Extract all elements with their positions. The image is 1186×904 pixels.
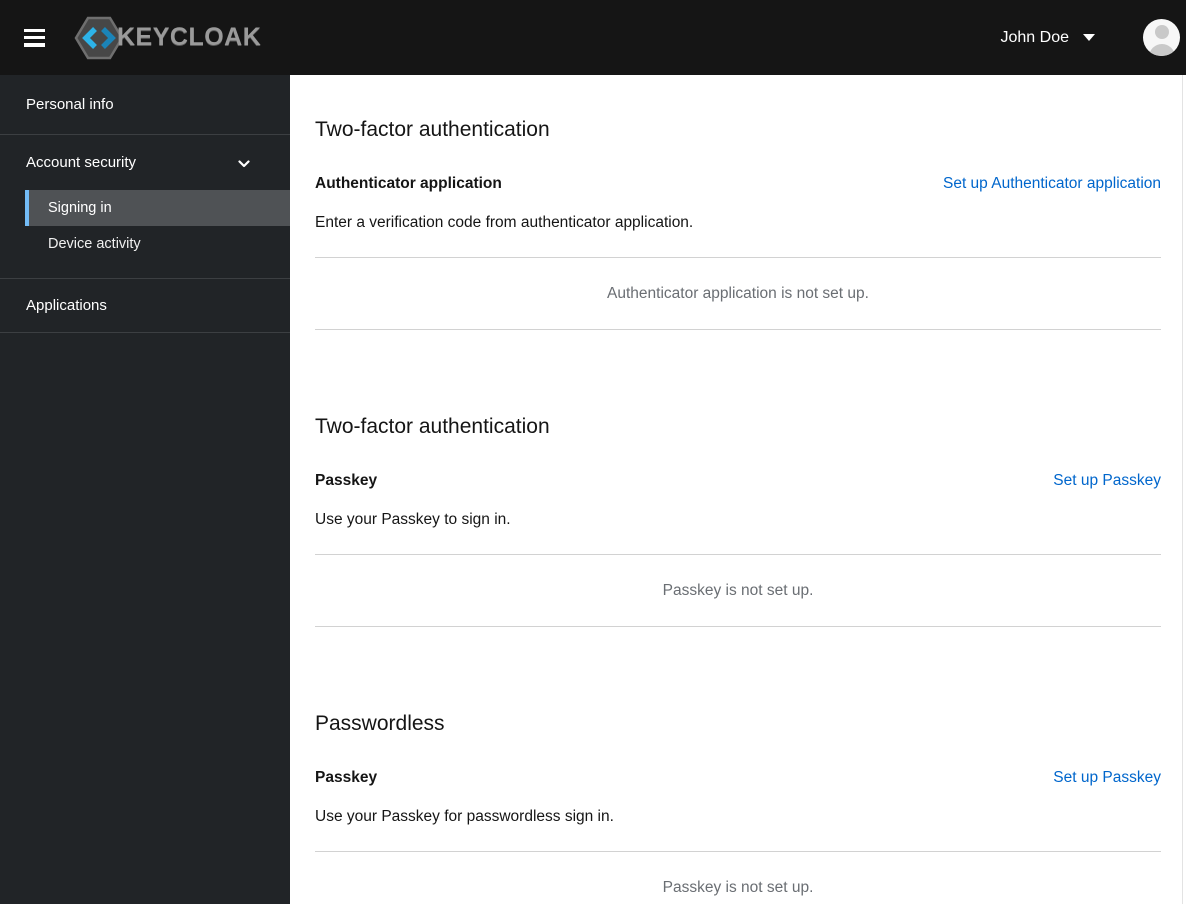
setup-passkey-passwordless-link[interactable]: Set up Passkey xyxy=(1053,769,1161,787)
divider xyxy=(315,626,1161,627)
sidebar-nav: Personal info Account security Signing i… xyxy=(0,75,290,904)
setup-authenticator-link[interactable]: Set up Authenticator application xyxy=(943,175,1161,193)
empty-state-message: Passkey is not set up. xyxy=(662,582,814,599)
section-passkey-passwordless: Passwordless Passkey Set up Passkey Use … xyxy=(315,711,1161,904)
setup-passkey-link[interactable]: Set up Passkey xyxy=(1053,472,1161,490)
empty-state-message: Passkey is not set up. xyxy=(662,879,814,896)
sidebar-item-account-security[interactable]: Account security xyxy=(0,135,290,190)
brand-text: KEYCLOAK xyxy=(117,23,262,51)
account-security-subnav: Signing in Device activity xyxy=(0,190,290,278)
credential-description: Use your Passkey for passwordless sign i… xyxy=(315,808,614,825)
section-passkey-2fa: Two-factor authentication Passkey Set up… xyxy=(315,414,1161,627)
masthead: KEYCLOAK John Doe xyxy=(0,0,1186,75)
credential-name: Passkey xyxy=(315,769,378,786)
user-menu-button[interactable]: John Doe xyxy=(1000,28,1095,47)
sidebar-item-device-activity[interactable]: Device activity xyxy=(25,226,290,262)
credential-description: Enter a verification code from authentic… xyxy=(315,214,694,231)
sidebar-item-applications[interactable]: Applications xyxy=(0,279,290,332)
scrollbar-track[interactable] xyxy=(1182,75,1183,904)
credential-description: Use your Passkey to sign in. xyxy=(315,511,511,528)
sidebar-item-label: Account security xyxy=(26,154,137,171)
section-title: Two-factor authentication xyxy=(315,415,550,438)
chevron-down-icon xyxy=(238,157,250,169)
sidebar-item-personal-info[interactable]: Personal info xyxy=(0,75,290,134)
user-name: John Doe xyxy=(1000,28,1070,46)
section-title: Passwordless xyxy=(315,712,445,735)
hamburger-menu-icon[interactable] xyxy=(24,28,45,47)
main-content: Two-factor authentication Authenticator … xyxy=(290,75,1186,904)
divider xyxy=(315,329,1161,330)
empty-state-message: Authenticator application is not set up. xyxy=(607,285,869,302)
avatar[interactable] xyxy=(1143,19,1180,56)
section-authenticator-application: Two-factor authentication Authenticator … xyxy=(315,117,1161,330)
section-title: Two-factor authentication xyxy=(315,118,550,141)
keycloak-logo: KEYCLOAK xyxy=(73,16,261,60)
caret-down-icon xyxy=(1083,34,1095,41)
credential-name: Passkey xyxy=(315,472,378,489)
sidebar-item-signing-in[interactable]: Signing in xyxy=(25,190,290,226)
credential-name: Authenticator application xyxy=(315,175,502,192)
nav-divider xyxy=(0,332,290,333)
